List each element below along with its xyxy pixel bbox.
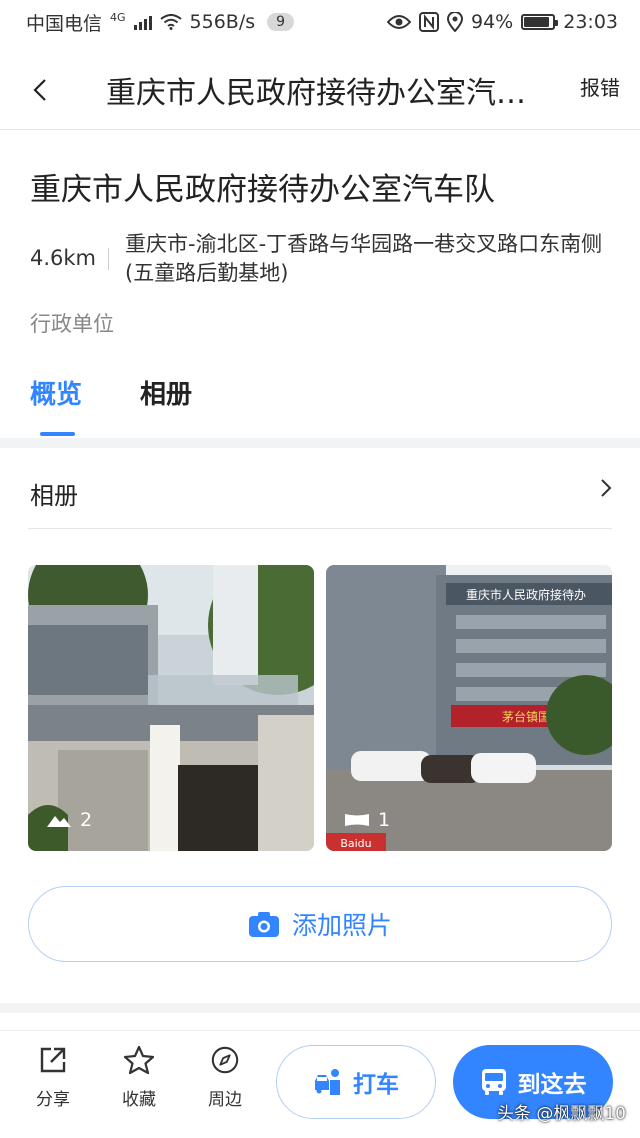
album-header[interactable]: 相册 [0,450,640,530]
photo-count-value: 1 [378,809,391,831]
tab-overview[interactable]: 概览 [30,374,82,411]
photo-count-2: 1 [344,809,390,831]
carrier-label: 中国电信 [26,12,103,35]
status-bar: 中国电信 4G 556B/s 9 94% 23:03 [0,0,640,44]
status-left: 中国电信 4G 556B/s 9 [26,9,295,36]
favorite-button[interactable]: 收藏 [104,1045,174,1110]
tab-album[interactable]: 相册 [140,374,192,411]
clock: 23:03 [563,11,618,33]
bus-icon [481,1069,506,1095]
back-button[interactable] [0,50,80,130]
photo-count-value: 2 [80,809,93,831]
battery-percent: 94% [471,11,514,33]
chevron-right-icon [601,479,612,497]
panorama-icon [345,814,369,826]
taxi-button[interactable]: 打车 [276,1045,436,1119]
chevron-left-icon [33,78,46,101]
photo-sign-text: 重庆市人民政府接待办 [466,587,586,602]
album-photo-1[interactable]: 2 [28,565,314,851]
add-photo-label: 添加照片 [291,911,392,940]
favorite-label: 收藏 [122,1090,156,1110]
header-title: 重庆市人民政府接待办公室汽车队 [106,75,546,111]
baidu-logo-text: Baidu [340,837,371,850]
taxi-icon [315,1069,340,1095]
distance-label: 4.6km [30,246,97,270]
wifi-icon [159,14,182,30]
location-icon [447,12,463,32]
album-photo-2[interactable]: 重庆市人民政府接待办 茅台镇国 Baidu 1 [326,565,612,851]
share-label: 分享 [36,1090,70,1110]
camera-icon [248,912,279,937]
notification-badge: 9 [267,13,295,31]
info-divider [108,248,109,270]
add-photo-button[interactable]: 添加照片 [28,886,612,962]
tab-bar: 概览 相册 [0,368,640,438]
album-title: 相册 [30,482,78,510]
nfc-icon [419,12,439,32]
active-tab-indicator [40,432,75,436]
share-icon [40,1047,66,1073]
category-label: 行政单位 [30,312,114,336]
report-error-button[interactable]: 报错 [580,72,620,101]
share-button[interactable]: 分享 [18,1045,88,1110]
section-separator [0,438,640,448]
battery-icon [521,14,559,30]
bottom-action-bar: 分享 收藏 周边 打车 到这去 头条 @枫飘飘10 [0,1030,640,1138]
place-info-row: 4.6km 重庆市-渝北区-丁香路与华园路一巷交叉路口东南侧(五童路后勤基地) [30,230,610,288]
go-here-label: 到这去 [517,1072,587,1098]
star-icon [123,1045,155,1075]
eye-icon [387,15,411,29]
nearby-label: 周边 [208,1090,242,1110]
network-type: 4G [110,10,126,24]
place-name: 重庆市人民政府接待办公室汽车队 [30,172,495,208]
address-text[interactable]: 重庆市-渝北区-丁香路与华园路一巷交叉路口东南侧(五童路后勤基地) [125,230,603,288]
album-divider [28,528,612,529]
watermark: 头条 @枫飘飘10 [496,1104,626,1124]
taxi-label: 打车 [353,1072,399,1098]
status-right: 94% 23:03 [387,11,618,33]
photo-shop-sign-text: 茅台镇国 [502,709,550,724]
compass-icon [211,1046,239,1074]
network-speed: 556B/s [189,11,256,33]
photo-count-1: 2 [46,809,92,831]
signal-icon [133,14,152,30]
header: 重庆市人民政府接待办公室汽车队 报错 [0,50,640,130]
mountain-icon [47,816,71,827]
section-separator-bottom [0,1003,640,1013]
nearby-button[interactable]: 周边 [190,1045,260,1110]
